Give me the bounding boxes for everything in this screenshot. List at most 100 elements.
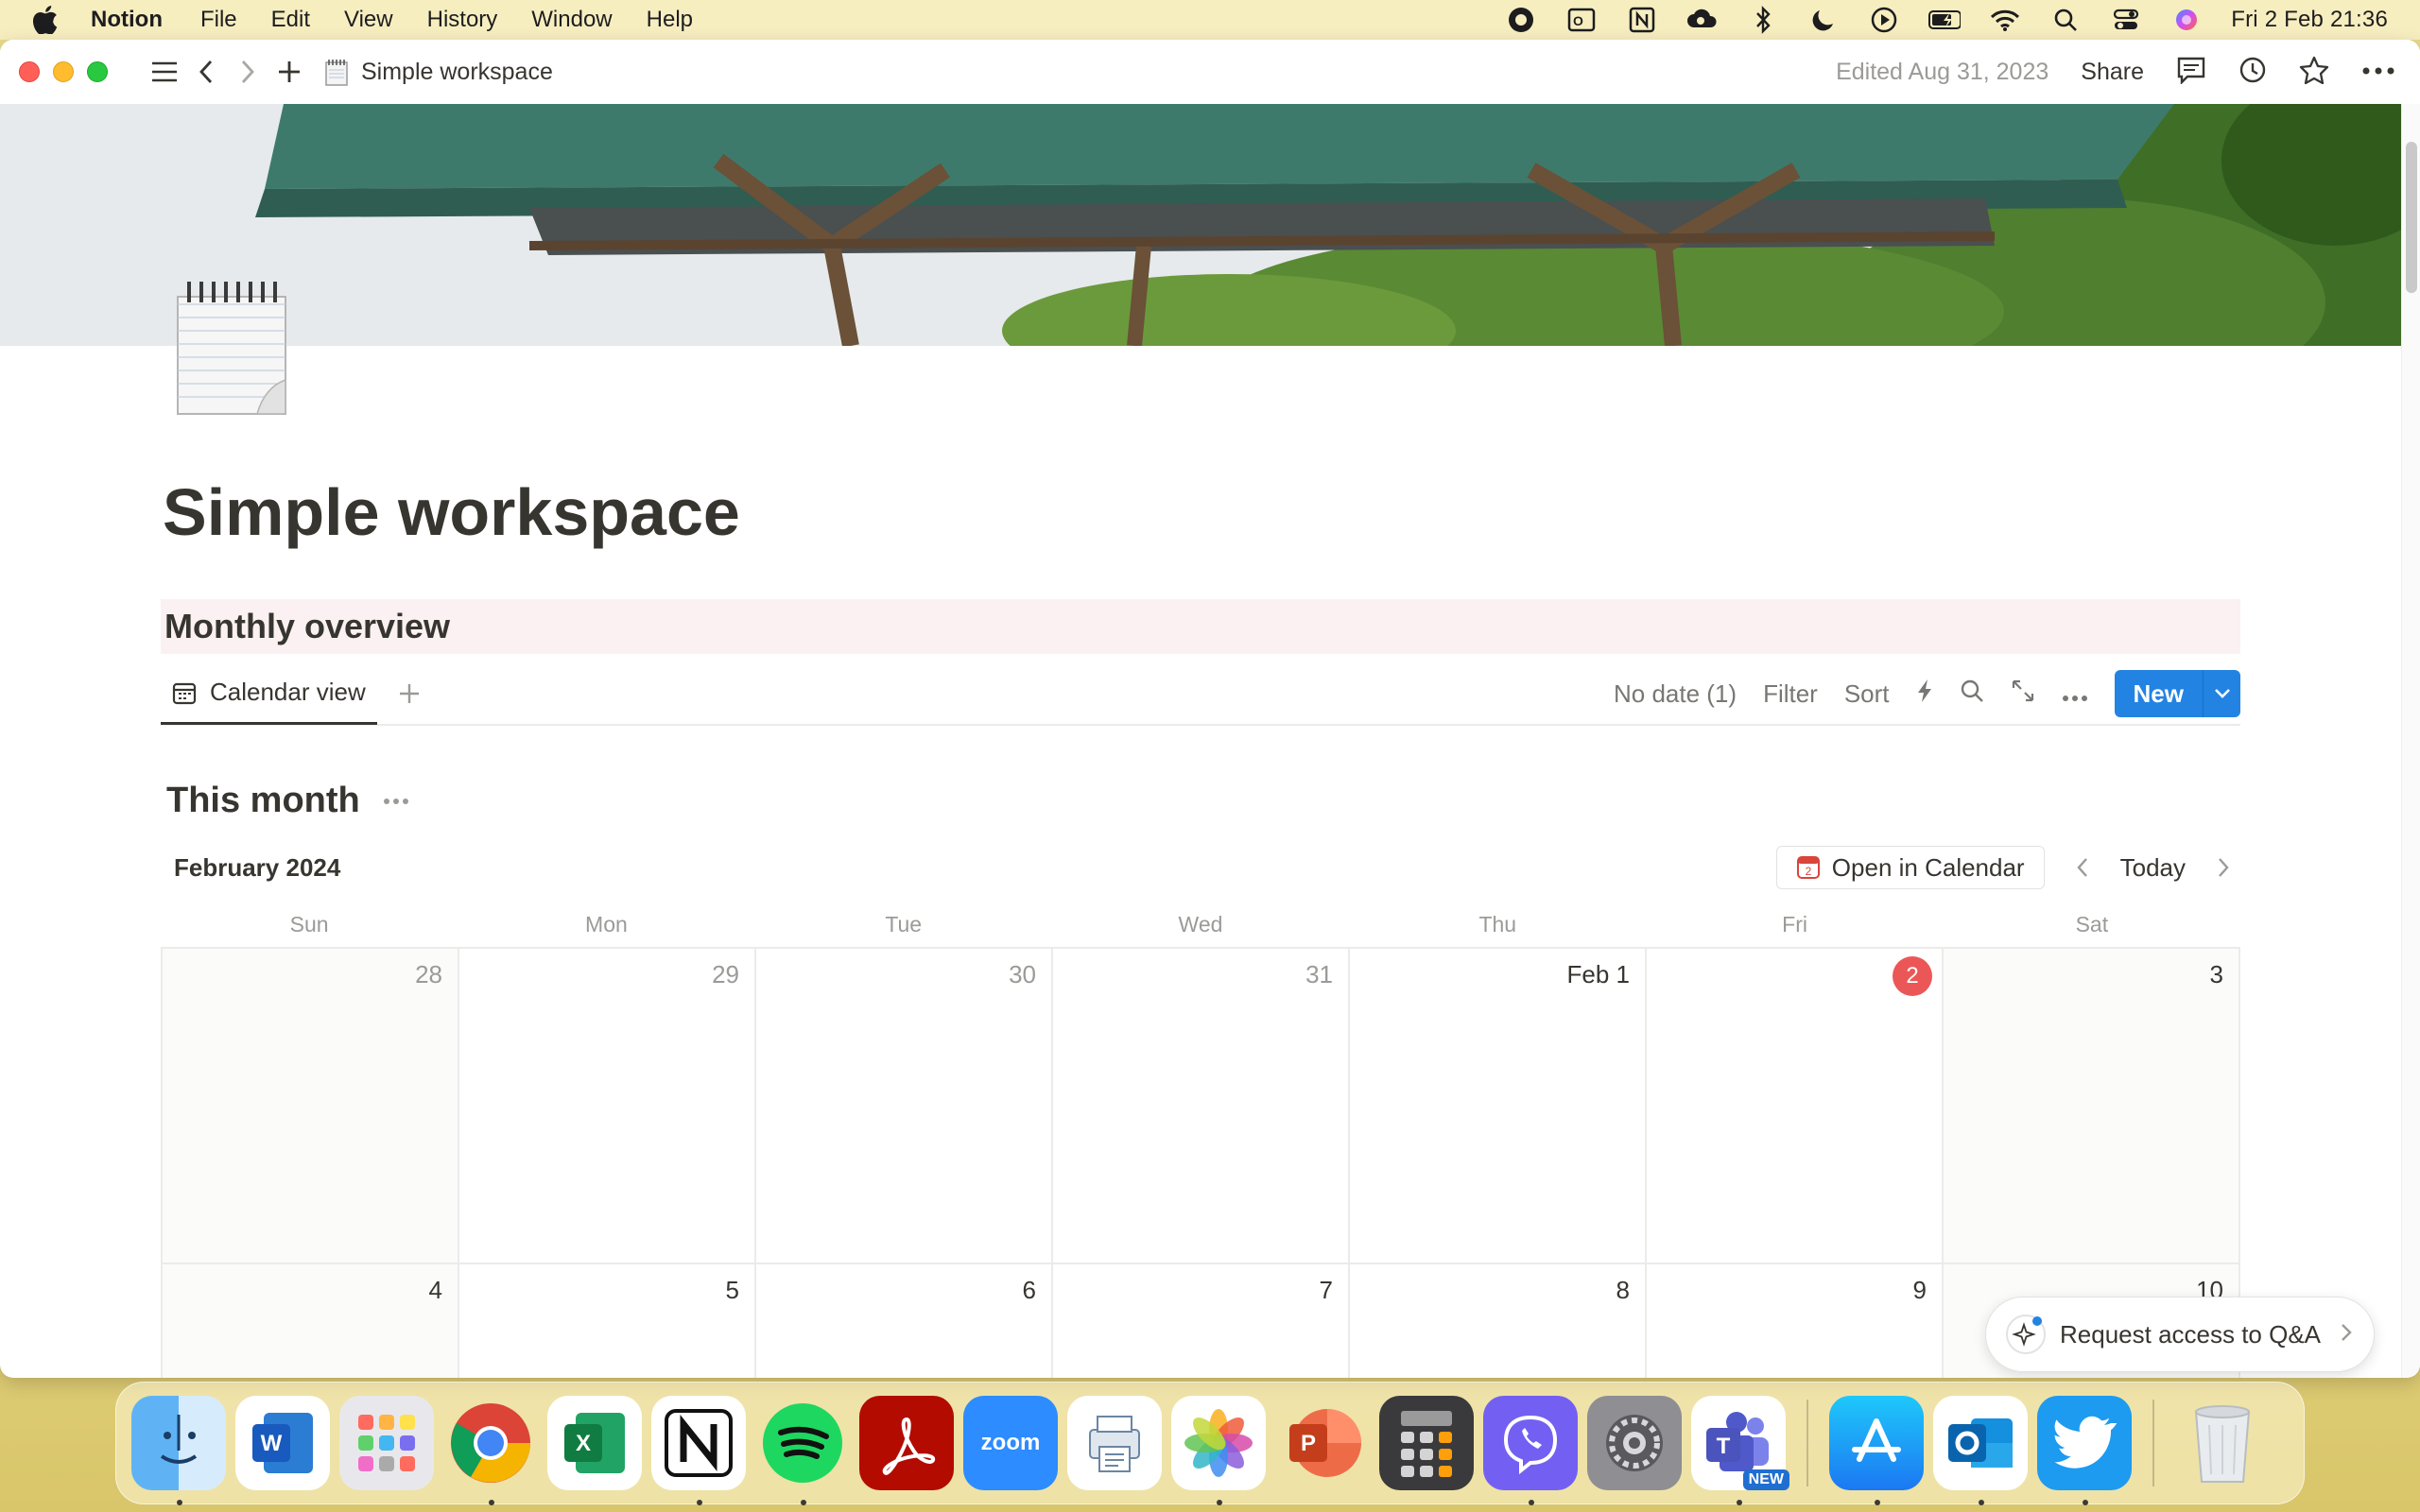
- minimize-window-button[interactable]: [53, 61, 74, 82]
- excel-icon[interactable]: X: [547, 1396, 642, 1490]
- calendar-day-cell[interactable]: 7: [1053, 1264, 1350, 1378]
- notepad-page-icon[interactable]: [170, 276, 293, 418]
- trash-icon[interactable]: [2175, 1396, 2270, 1490]
- calendar-day-cell[interactable]: 5: [459, 1264, 756, 1378]
- spotlight-search-icon[interactable]: [2049, 6, 2082, 34]
- creative-cloud-status-icon[interactable]: [1686, 6, 1719, 34]
- calendar-day-cell[interactable]: 31: [1053, 949, 1350, 1264]
- previous-month-icon[interactable]: [2066, 850, 2100, 885]
- weekday-label: Sun: [289, 912, 329, 936]
- add-view-plus-icon[interactable]: [390, 675, 428, 713]
- sidebar-toggle-icon[interactable]: [144, 51, 185, 93]
- search-icon[interactable]: [1960, 679, 1984, 710]
- filter-button[interactable]: Filter: [1763, 679, 1818, 709]
- comments-icon[interactable]: [2176, 56, 2206, 89]
- day-number: 5: [725, 1276, 739, 1304]
- calendar-day-cell[interactable]: 3: [1944, 949, 2240, 1264]
- weekday-label: Fri: [1782, 912, 1807, 936]
- notion-status-icon[interactable]: [1626, 6, 1658, 34]
- outlook-icon[interactable]: [1933, 1396, 2028, 1505]
- acrobat-icon[interactable]: [859, 1396, 954, 1490]
- app-store-icon[interactable]: [1829, 1396, 1924, 1505]
- share-button[interactable]: Share: [2081, 59, 2144, 86]
- teams-icon[interactable]: T NEW: [1691, 1396, 1789, 1505]
- close-window-button[interactable]: [19, 61, 40, 82]
- zoom-icon[interactable]: zoom: [963, 1396, 1058, 1490]
- day-number: 9: [1912, 1276, 1927, 1304]
- notion-dock-icon[interactable]: [651, 1396, 746, 1505]
- page-cover-image[interactable]: [0, 104, 2401, 346]
- updates-clock-icon[interactable]: [2238, 56, 2267, 89]
- next-month-icon[interactable]: [2206, 850, 2240, 885]
- now-playing-icon[interactable]: [1868, 6, 1900, 34]
- calendar-day-cell[interactable]: 29: [459, 949, 756, 1264]
- sort-button[interactable]: Sort: [1844, 679, 1890, 709]
- menubar-clock[interactable]: Fri 2 Feb 21:36: [2231, 7, 2388, 33]
- breadcrumb[interactable]: Simple workspace: [323, 58, 553, 86]
- weekday-label: Tue: [885, 912, 923, 936]
- siri-icon[interactable]: [2170, 6, 2203, 34]
- chrome-icon[interactable]: [443, 1396, 538, 1505]
- page-scrollbar[interactable]: [2401, 104, 2420, 1378]
- calendar-nav: 2 Open in Calendar Today: [1775, 846, 2240, 889]
- focus-moon-icon[interactable]: [1807, 6, 1840, 34]
- system-settings-icon[interactable]: [1587, 1396, 1682, 1490]
- bluetooth-icon[interactable]: [1747, 6, 1779, 34]
- calendar-day-cell[interactable]: 28: [163, 949, 459, 1264]
- more-options-icon[interactable]: [2361, 63, 2395, 80]
- back-arrow-icon[interactable]: [185, 51, 227, 93]
- calendar-day-cell[interactable]: 8: [1350, 1264, 1647, 1378]
- calendar-day-cell[interactable]: 4: [163, 1264, 459, 1378]
- battery-icon[interactable]: [1928, 6, 1962, 34]
- apple-menu-icon[interactable]: [0, 6, 91, 34]
- request-access-qa-button[interactable]: Request access to Q&A: [1985, 1297, 2375, 1372]
- menu-history[interactable]: History: [427, 7, 498, 33]
- launchpad-icon[interactable]: [339, 1396, 434, 1490]
- favorite-star-icon[interactable]: [2299, 56, 2329, 89]
- open-in-calendar-button[interactable]: 2 Open in Calendar: [1775, 846, 2045, 889]
- database-more-icon[interactable]: [2062, 679, 2088, 709]
- wifi-icon[interactable]: [1989, 6, 2021, 34]
- new-button-group: New: [2114, 670, 2240, 717]
- calendar-day-cell[interactable]: 9: [1647, 1264, 1944, 1378]
- tab-calendar-view[interactable]: Calendar view: [161, 662, 377, 725]
- expand-arrows-icon[interactable]: [2011, 679, 2035, 710]
- photos-icon[interactable]: [1171, 1396, 1266, 1505]
- new-page-plus-icon[interactable]: [268, 51, 310, 93]
- ai-sparkle-icon: [2006, 1314, 2046, 1354]
- spotify-icon[interactable]: [755, 1396, 850, 1505]
- menu-help[interactable]: Help: [647, 7, 693, 33]
- outlook-status-icon[interactable]: O: [1565, 6, 1598, 34]
- twitter-icon[interactable]: [2037, 1396, 2132, 1505]
- no-date-button[interactable]: No date (1): [1614, 679, 1737, 709]
- calendar-day-cell[interactable]: Feb 1: [1350, 949, 1647, 1264]
- viber-status-icon[interactable]: [1505, 6, 1537, 34]
- scrollbar-thumb[interactable]: [2406, 142, 2417, 293]
- printer-icon[interactable]: [1067, 1396, 1162, 1490]
- zoom-window-button[interactable]: [87, 61, 108, 82]
- this-month-title[interactable]: This month: [166, 781, 360, 821]
- calculator-icon[interactable]: [1379, 1396, 1474, 1490]
- word-icon[interactable]: W: [235, 1396, 330, 1490]
- page-title[interactable]: Simple workspace: [163, 474, 740, 550]
- powerpoint-icon[interactable]: P: [1275, 1396, 1370, 1490]
- section-more-icon[interactable]: [383, 793, 409, 810]
- viber-icon[interactable]: [1483, 1396, 1578, 1505]
- calendar-day-cell[interactable]: 30: [756, 949, 1053, 1264]
- today-button[interactable]: Today: [2120, 853, 2186, 883]
- monthly-overview-callout[interactable]: Monthly overview: [161, 599, 2240, 654]
- finder-icon[interactable]: [131, 1396, 226, 1505]
- menu-view[interactable]: View: [344, 7, 393, 33]
- menu-app-name[interactable]: Notion: [91, 7, 163, 33]
- automation-bolt-icon[interactable]: [1916, 679, 1933, 710]
- forward-arrow-icon[interactable]: [227, 51, 268, 93]
- chevron-down-icon[interactable]: [2203, 670, 2240, 717]
- menu-file[interactable]: File: [200, 7, 237, 33]
- svg-text:T: T: [1717, 1434, 1731, 1459]
- new-entry-button[interactable]: New: [2114, 670, 2203, 717]
- calendar-day-cell-today[interactable]: 2: [1647, 949, 1944, 1264]
- menu-edit[interactable]: Edit: [271, 7, 310, 33]
- control-center-icon[interactable]: [2110, 6, 2142, 34]
- menu-window[interactable]: Window: [531, 7, 612, 33]
- calendar-day-cell[interactable]: 6: [756, 1264, 1053, 1378]
